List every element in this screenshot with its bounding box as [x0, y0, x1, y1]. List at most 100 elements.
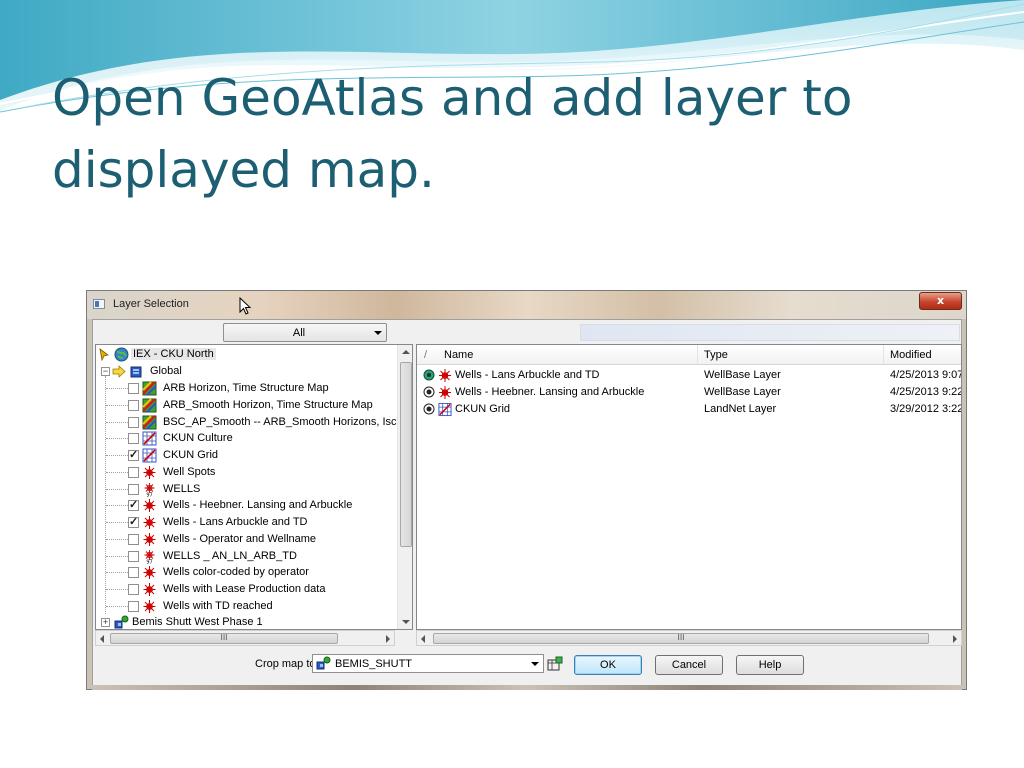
status-strip	[580, 324, 960, 341]
tree-vertical-scrollbar[interactable]	[397, 345, 412, 629]
cancel-button[interactable]: Cancel	[655, 655, 723, 675]
tree-guide-line	[106, 589, 128, 590]
list-row[interactable]: CKUN Grid LandNet Layer 3/29/2012 3:22	[417, 401, 961, 418]
dialog-titlebar[interactable]: Layer Selection x	[87, 291, 966, 319]
tree-guide-line	[106, 505, 128, 507]
expand-icon: +	[101, 617, 110, 627]
close-button[interactable]: x	[919, 292, 962, 310]
column-header-sort[interactable]: /	[424, 349, 427, 361]
tree-group-label: Bemis Shutt West Phase 1	[132, 616, 263, 628]
scroll-right-icon[interactable]	[386, 635, 390, 643]
well-symbol-icon: 97	[142, 482, 157, 498]
layer-checkbox[interactable]	[128, 448, 139, 461]
well-symbol-icon: 97	[142, 549, 157, 565]
layer-checkbox[interactable]	[128, 533, 139, 545]
tree-item[interactable]: Wells color-coded by operator	[96, 564, 396, 581]
tree-item[interactable]: 97 WELLS _ AN_LN_ARB_TD	[96, 548, 396, 565]
tree-item-label: CKUN Culture	[163, 432, 233, 445]
list-header: / Name Type Modified	[417, 345, 961, 365]
layer-checkbox[interactable]	[128, 466, 139, 478]
well-icon	[142, 582, 157, 597]
layer-name: CKUN Grid	[455, 403, 511, 415]
tree-item[interactable]: BSC_AP_Smooth -- ARB_Smooth Horizons, Is…	[96, 414, 397, 431]
visible-eye-icon[interactable]	[423, 369, 435, 381]
tree-item-label: Wells - Heebner. Lansing and Arbuckle	[163, 499, 353, 512]
tree-item[interactable]: CKUN Grid	[96, 447, 396, 464]
scroll-left-icon[interactable]	[421, 635, 425, 643]
column-header-type[interactable]: Type	[704, 349, 728, 361]
tree-item-label: CKUN Grid	[163, 449, 219, 461]
list-row[interactable]: Wells - Lans Arbuckle and TD WellBase La…	[417, 367, 961, 384]
layer-checkbox[interactable]	[128, 416, 139, 428]
tree-item-label: Wells - Operator and Wellname	[163, 532, 317, 545]
scroll-thumb[interactable]: III	[110, 633, 338, 644]
tree-guide-line	[106, 388, 128, 389]
hidden-eye-icon[interactable]	[423, 403, 435, 415]
scroll-left-icon[interactable]	[100, 635, 104, 643]
tree-guide-line	[106, 572, 128, 574]
layer-checkbox[interactable]	[128, 550, 139, 562]
layer-checkbox[interactable]	[128, 498, 139, 512]
tree-item[interactable]: Wells - Heebner. Lansing and Arbuckle	[96, 497, 396, 514]
column-separator[interactable]	[883, 345, 884, 365]
selected-layers-list: / Name Type Modified Wells - Lans Arbuck…	[416, 344, 962, 630]
layer-checkbox[interactable]	[128, 567, 139, 579]
layer-filter-dropdown[interactable]: All	[223, 323, 387, 342]
tree-item[interactable]: Wells with TD reached	[96, 598, 396, 615]
tree-item[interactable]: CKUN Culture	[96, 430, 396, 447]
tree-item-label: ARB Horizon, Time Structure Map	[163, 382, 329, 394]
list-row[interactable]: Wells - Heebner. Lansing and Arbuckle We…	[417, 384, 961, 401]
tree-guide-line	[106, 438, 128, 440]
column-header-name[interactable]: Name	[444, 349, 473, 361]
layer-checkbox[interactable]	[128, 600, 139, 612]
layer-name: Wells - Lans Arbuckle and TD	[455, 369, 600, 381]
dialog-bottom-border	[92, 685, 962, 690]
tree-item-label: Wells - Lans Arbuckle and TD	[163, 516, 308, 528]
tree-item-label: Wells with TD reached	[163, 599, 273, 612]
layer-checkbox[interactable]	[128, 483, 139, 495]
tree-horizontal-scrollbar[interactable]: III	[95, 630, 395, 646]
tree-group-bemis[interactable]: + Bemis Shutt West Phase 1	[96, 614, 396, 629]
tree-root[interactable]: IEX - CKU North	[96, 346, 396, 363]
tree-item[interactable]: Wells - Lans Arbuckle and TD	[96, 514, 396, 531]
tree-item[interactable]: Wells with Lease Production data	[96, 581, 396, 598]
tree-item[interactable]: ARB Horizon, Time Structure Map	[96, 380, 396, 397]
column-header-modified[interactable]: Modified	[890, 349, 932, 361]
list-horizontal-scrollbar[interactable]: III	[416, 630, 962, 646]
well-icon	[142, 532, 157, 547]
layer-checkbox[interactable]	[128, 383, 139, 394]
well-icon	[439, 386, 451, 399]
tree-guide-line	[106, 404, 128, 406]
tree-guide-line	[106, 605, 128, 607]
scroll-thumb[interactable]	[400, 362, 412, 547]
ok-button[interactable]: OK	[574, 655, 642, 675]
tree-item[interactable]: 97 WELLS	[96, 481, 396, 498]
tree-item[interactable]: Well Spots	[96, 464, 396, 481]
column-separator[interactable]	[697, 345, 698, 365]
tree-item[interactable]: ARB_Smooth Horizon, Time Structure Map	[96, 397, 396, 414]
scroll-right-icon[interactable]	[953, 635, 957, 643]
well-icon	[142, 515, 157, 530]
tree-item-label: Wells with Lease Production data	[163, 583, 326, 595]
tree-group-global[interactable]: − Global	[96, 363, 396, 380]
layer-type: WellBase Layer	[704, 369, 781, 381]
hidden-eye-icon[interactable]	[423, 386, 435, 398]
scroll-down-icon[interactable]	[402, 620, 410, 624]
culture-icon	[142, 448, 157, 463]
map-layer-icon	[316, 656, 331, 670]
layer-checkbox[interactable]	[128, 515, 139, 528]
grid-map-icon	[142, 381, 157, 396]
tree-item-label: BSC_AP_Smooth -- ARB_Smooth Horizons, Is…	[163, 415, 397, 428]
scroll-up-icon[interactable]	[402, 350, 410, 354]
layer-checkbox[interactable]	[128, 399, 139, 411]
crop-map-dropdown[interactable]: BEMIS_SHUTT	[312, 654, 544, 673]
layer-checkbox[interactable]	[128, 433, 139, 445]
mouse-cursor-icon	[239, 297, 252, 315]
scroll-thumb[interactable]: III	[433, 633, 929, 644]
layer-checkbox[interactable]	[128, 584, 139, 595]
map-properties-icon[interactable]	[547, 656, 563, 672]
slide-title: Open GeoAtlas and add layer to displayed…	[52, 69, 853, 199]
tree-item[interactable]: Wells - Operator and Wellname	[96, 531, 396, 548]
tree-item-label: WELLS _ AN_LN_ARB_TD	[163, 549, 297, 562]
help-button[interactable]: Help	[736, 655, 804, 675]
